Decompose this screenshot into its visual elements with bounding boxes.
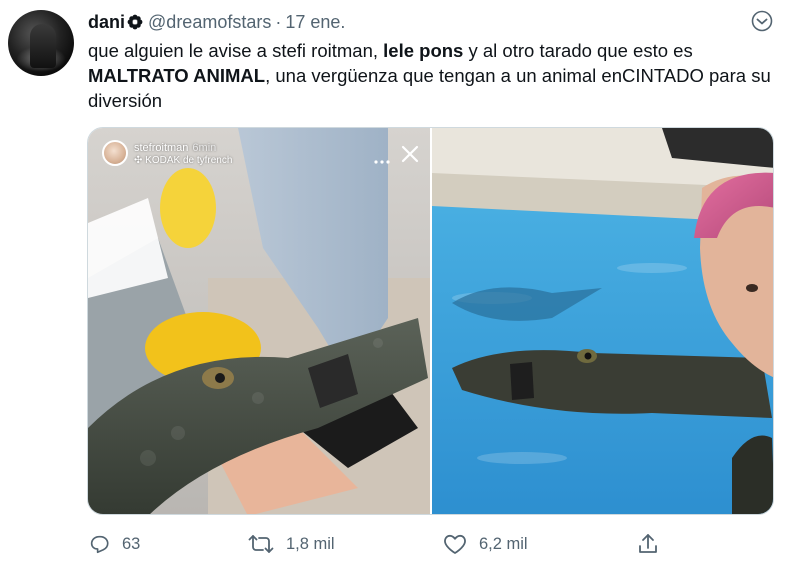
author-handle[interactable]: @dreamofstars: [148, 12, 271, 32]
avatar-figure: [30, 24, 56, 68]
story-username: stefroitman 6min: [134, 142, 216, 155]
share-icon: [637, 532, 659, 556]
reply-button[interactable]: 63: [88, 524, 140, 564]
flower-badge-icon: [127, 12, 143, 36]
author-name[interactable]: dani: [88, 12, 125, 32]
like-count: 6,2 mil: [479, 534, 528, 553]
story-music: ✣ KODAK de tyfrench: [134, 155, 233, 166]
reply-count: 63: [122, 534, 141, 553]
reply-icon: [88, 533, 110, 555]
share-button[interactable]: [637, 524, 659, 564]
heart-icon: [443, 533, 467, 555]
tweet-text-part: que alguien le avise a stefi roitman,: [88, 40, 384, 61]
tweet-text: que alguien le avise a stefi roitman, le…: [88, 38, 778, 113]
tweet[interactable]: dani @dreamofstars · 17 ene. que alguien l…: [0, 0, 788, 576]
retweet-button[interactable]: 1,8 mil: [248, 524, 335, 564]
action-bar: 63 1,8 mil 6,2 mil: [0, 524, 788, 564]
media-image-left[interactable]: stefroitman 6min ✣ KODAK de tyfrench: [88, 128, 430, 514]
avatar[interactable]: [8, 10, 74, 76]
story-more-icon: [374, 152, 390, 164]
media-image-right[interactable]: [432, 128, 773, 514]
tweet-text-bold: MALTRATO ANIMAL: [88, 65, 266, 86]
close-icon: [400, 144, 420, 164]
tweet-text-part: y al otro tarado que esto es: [463, 40, 693, 61]
tweet-text-bold: lele pons: [383, 40, 464, 61]
retweet-icon: [248, 533, 274, 555]
retweet-count: 1,8 mil: [286, 534, 335, 553]
more-icon[interactable]: [748, 10, 776, 32]
tweet-date[interactable]: 17 ene.: [285, 12, 345, 32]
header-separator: ·: [275, 12, 282, 32]
story-avatar: [102, 140, 128, 166]
story-time: 6min: [192, 142, 217, 154]
story-username-text: stefroitman: [134, 142, 189, 154]
tweet-header: dani @dreamofstars · 17 ene.: [88, 10, 345, 36]
media-grid: stefroitman 6min ✣ KODAK de tyfrench: [87, 127, 774, 515]
like-button[interactable]: 6,2 mil: [443, 524, 528, 564]
